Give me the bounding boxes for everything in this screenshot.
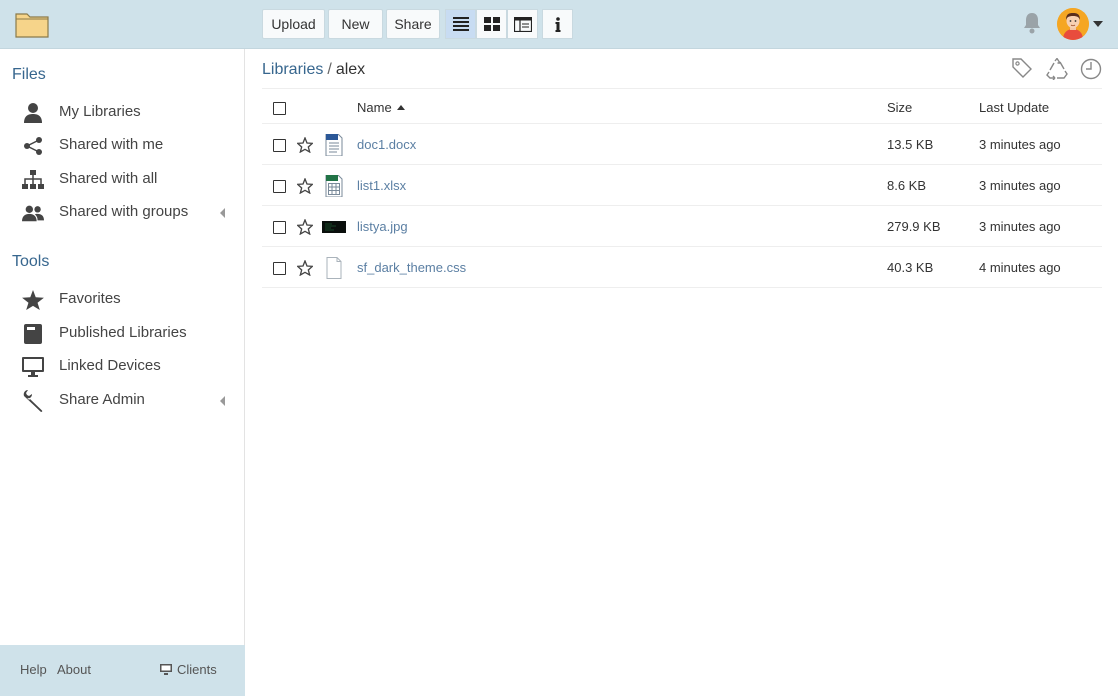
trash-recycle-icon[interactable]	[1046, 57, 1068, 81]
column-view-icon	[513, 16, 532, 32]
list-view-icon	[452, 17, 469, 31]
image-thumbnail-icon	[322, 216, 346, 238]
file-updated: 3 minutes ago	[979, 219, 1061, 234]
expand-caret-icon[interactable]	[220, 396, 225, 406]
new-button[interactable]: New	[328, 9, 383, 39]
view-mode-group	[445, 9, 538, 39]
star-outline-icon[interactable]	[296, 218, 314, 236]
about-link[interactable]: About	[57, 662, 91, 677]
word-file-icon	[322, 133, 346, 157]
org-chart-icon	[22, 169, 44, 191]
column-header-size[interactable]: Size	[887, 100, 912, 115]
table-row[interactable]: listya.jpg 279.9 KB 3 minutes ago	[262, 206, 1102, 247]
grid-view-button[interactable]	[476, 9, 507, 39]
sidebar-item-shared-with-all[interactable]: Shared with all	[0, 163, 245, 196]
library-actions	[1012, 57, 1114, 81]
file-updated: 3 minutes ago	[979, 178, 1061, 193]
sidebar-item-label: Shared with me	[59, 136, 164, 153]
breadcrumb: Libraries / alex	[262, 61, 365, 79]
file-updated: 4 minutes ago	[979, 260, 1061, 275]
sidebar-item-shared-with-me[interactable]: Shared with me	[0, 129, 245, 162]
file-size: 13.5 KB	[887, 137, 934, 152]
sidebar-item-favorites[interactable]: Favorites	[0, 283, 245, 316]
star-icon	[22, 289, 44, 311]
file-name-link[interactable]: doc1.docx	[357, 137, 416, 152]
user-menu-caret-icon[interactable]	[1093, 21, 1103, 27]
breadcrumb-libraries[interactable]: Libraries	[262, 61, 323, 78]
sidebar-item-label: Shared with groups	[59, 203, 189, 220]
tag-icon[interactable]	[1012, 58, 1034, 80]
sidebar-item-share-admin[interactable]: Share Admin	[0, 384, 245, 417]
sidebar-item-shared-with-groups[interactable]: Shared with groups	[0, 196, 245, 229]
star-outline-icon[interactable]	[296, 136, 314, 154]
wrench-icon	[22, 390, 44, 412]
file-name-link[interactable]: listya.jpg	[357, 219, 408, 234]
column-view-button[interactable]	[507, 9, 538, 39]
clients-label: Clients	[177, 662, 217, 677]
sidebar-item-my-libraries[interactable]: My Libraries	[0, 96, 245, 129]
file-table: Name Size Last Update doc1.docx 13.5 KB …	[262, 88, 1102, 288]
column-header-name[interactable]: Name	[357, 100, 405, 115]
expand-caret-icon[interactable]	[220, 208, 225, 218]
file-size: 40.3 KB	[887, 260, 934, 275]
column-header-last-update[interactable]: Last Update	[979, 100, 1049, 115]
breadcrumb-current: alex	[335, 61, 366, 78]
tools-heading: Tools	[12, 253, 50, 270]
share-button[interactable]: Share	[386, 9, 440, 39]
table-header: Name Size Last Update	[262, 88, 1102, 124]
excel-file-icon	[322, 174, 346, 198]
list-view-button[interactable]	[445, 9, 476, 39]
file-name-link[interactable]: list1.xlsx	[357, 178, 406, 193]
sidebar-item-linked-devices[interactable]: Linked Devices	[0, 350, 245, 383]
file-size: 279.9 KB	[887, 219, 941, 234]
breadcrumb-separator: /	[327, 61, 332, 78]
upload-button[interactable]: Upload	[262, 9, 325, 39]
sidebar: Files My Libraries Shared with me Shared…	[0, 49, 245, 696]
column-header-name-label: Name	[357, 100, 392, 115]
share-icon	[22, 135, 44, 157]
file-updated: 3 minutes ago	[979, 137, 1061, 152]
table-row[interactable]: doc1.docx 13.5 KB 3 minutes ago	[262, 124, 1102, 165]
info-button[interactable]	[542, 9, 573, 39]
sidebar-item-label: Linked Devices	[59, 357, 161, 374]
notification-bell-icon[interactable]	[1022, 12, 1042, 34]
book-icon	[22, 323, 44, 345]
row-checkbox[interactable]	[273, 180, 286, 193]
user-icon	[22, 102, 44, 124]
file-name-link[interactable]: sf_dark_theme.css	[357, 260, 466, 275]
toolbar: Upload New Share	[262, 9, 573, 39]
group-icon	[22, 202, 44, 224]
top-bar: Upload New Share	[0, 0, 1118, 49]
table-row[interactable]: sf_dark_theme.css 40.3 KB 4 minutes ago	[262, 247, 1102, 288]
desktop-icon	[160, 664, 172, 675]
sidebar-item-label: Favorites	[59, 290, 121, 307]
user-avatar[interactable]	[1057, 8, 1089, 40]
clients-link[interactable]: Clients	[160, 662, 217, 677]
select-all-checkbox[interactable]	[273, 102, 286, 115]
row-checkbox[interactable]	[273, 262, 286, 275]
history-clock-icon[interactable]	[1080, 58, 1102, 80]
sidebar-item-label: Shared with all	[59, 170, 158, 187]
sidebar-item-published-libraries[interactable]: Published Libraries	[0, 317, 245, 350]
generic-file-icon	[322, 257, 346, 279]
star-outline-icon[interactable]	[296, 259, 314, 277]
table-row[interactable]: list1.xlsx 8.6 KB 3 minutes ago	[262, 165, 1102, 206]
row-checkbox[interactable]	[273, 221, 286, 234]
folder-logo-icon[interactable]	[15, 10, 49, 38]
sort-ascending-icon	[396, 105, 405, 110]
monitor-icon	[22, 356, 44, 378]
grid-view-icon	[483, 17, 500, 31]
sidebar-item-label: My Libraries	[59, 103, 141, 120]
help-link[interactable]: Help	[20, 662, 47, 677]
star-outline-icon[interactable]	[296, 177, 314, 195]
row-checkbox[interactable]	[273, 139, 286, 152]
sidebar-item-label: Share Admin	[59, 391, 145, 408]
sidebar-item-label: Published Libraries	[59, 324, 187, 341]
file-size: 8.6 KB	[887, 178, 927, 193]
files-heading: Files	[12, 66, 46, 83]
info-icon	[555, 16, 560, 32]
sidebar-footer: Help About Clients	[0, 645, 245, 696]
